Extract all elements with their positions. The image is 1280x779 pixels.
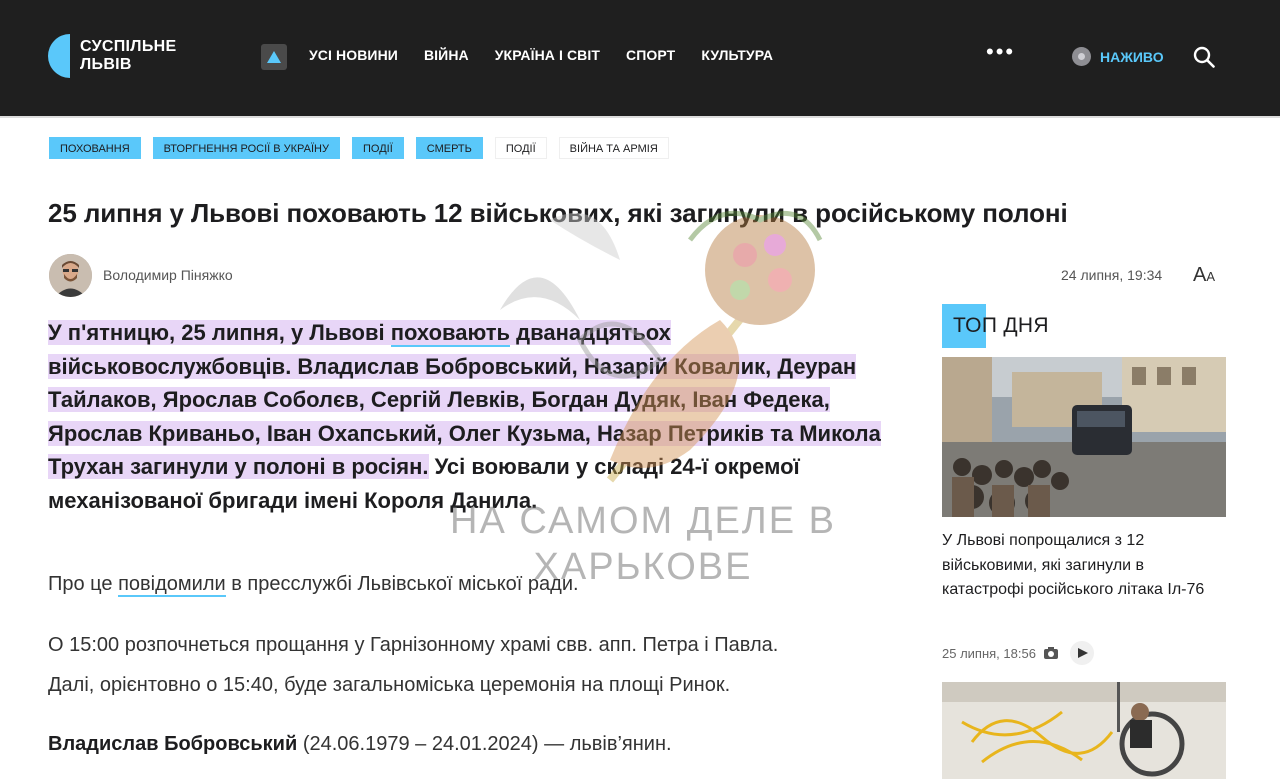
p1-before: Про це	[48, 573, 119, 595]
lead-link-bury[interactable]: поховають	[390, 320, 511, 347]
live-dot-icon	[1072, 47, 1091, 66]
p1-after: в пресслужбі Львівської міської ради.	[225, 573, 579, 595]
logo-mark-icon	[48, 34, 72, 78]
tag-war-army[interactable]: ВІЙНА ТА АРМІЯ	[558, 137, 669, 159]
logo-text: СУСПІЛЬНЕ ЛЬВІВ	[80, 38, 176, 74]
search-icon[interactable]	[1193, 46, 1215, 68]
paragraph-schedule: О 15:00 розпочнеться прощання у Гарнізон…	[48, 628, 908, 702]
triangle-up-icon[interactable]	[261, 44, 287, 70]
nav-all-news[interactable]: УСІ НОВИНИ	[309, 47, 398, 63]
font-size-icon[interactable]: AA	[1193, 264, 1215, 287]
play-icon[interactable]	[1069, 641, 1094, 665]
font-size-big: A	[1193, 264, 1207, 286]
card-title-1[interactable]: У Львові попрощалися з 12 військовими, я…	[942, 529, 1212, 603]
live-label: НАЖИВО	[1100, 48, 1164, 65]
top-of-day-label: ТОП ДНЯ	[953, 314, 1049, 337]
site-header: СУСПІЛЬНЕ ЛЬВІВ УСІ НОВИНИ ВІЙНА УКРАЇНА…	[0, 0, 1280, 118]
author-name[interactable]: Володимир Піняжко	[103, 267, 233, 283]
bio-rest: (24.06.1979 – 24.01.2024) — львів’янин.	[297, 733, 672, 755]
camera-icon	[1043, 647, 1058, 659]
card-image-1[interactable]	[942, 357, 1226, 517]
card-meta-1: 25 липня, 18:56	[942, 641, 1094, 665]
logo-line-2: ЛЬВІВ	[80, 56, 132, 73]
article-lead: У п'ятницю, 25 липня, у Львові поховають…	[48, 316, 918, 517]
source-link[interactable]: повідомили	[118, 573, 226, 597]
nav-war[interactable]: ВІЙНА	[424, 47, 469, 63]
schedule-line-1: О 15:00 розпочнеться прощання у Гарнізон…	[48, 634, 779, 656]
main-nav: УСІ НОВИНИ ВІЙНА УКРАЇНА І СВІТ СПОРТ КУ…	[309, 47, 773, 63]
publish-date: 24 липня, 19:34	[1061, 267, 1163, 283]
tag-events-2[interactable]: ПОДІЇ	[494, 137, 547, 159]
nav-ukraine-world[interactable]: УКРАЇНА І СВІТ	[495, 47, 600, 63]
nav-culture[interactable]: КУЛЬТУРА	[701, 47, 773, 63]
bio-name: Владислав Бобровський	[48, 733, 298, 755]
font-size-small: A	[1206, 269, 1216, 284]
nav-sport[interactable]: СПОРТ	[626, 47, 675, 63]
tag-death[interactable]: СМЕРТЬ	[415, 137, 483, 159]
tag-list: ПОХОВАННЯ ВТОРГНЕННЯ РОСІЇ В УКРАЇНУ ПОД…	[49, 137, 669, 159]
tag-burial[interactable]: ПОХОВАННЯ	[49, 137, 141, 159]
article-title: 25 липня у Львові поховають 12 військови…	[48, 198, 1068, 228]
site-logo[interactable]: СУСПІЛЬНЕ ЛЬВІВ	[48, 34, 176, 78]
top-of-day-heading: ТОП ДНЯ	[942, 304, 1049, 348]
lead-text-1: У п'ятницю, 25 липня, у Львові	[48, 320, 391, 345]
live-button[interactable]: НАЖИВО	[1072, 47, 1164, 66]
logo-line-1: СУСПІЛЬНЕ	[80, 38, 177, 55]
schedule-line-2: Далі, орієнтовно о 15:40, буде загальном…	[48, 674, 731, 696]
paragraph-bio: Владислав Бобровський (24.06.1979 – 24.0…	[48, 727, 908, 761]
card-image-2[interactable]	[942, 682, 1226, 779]
card-date-1: 25 липня, 18:56	[942, 645, 1036, 661]
tag-events[interactable]: ПОДІЇ	[351, 137, 404, 159]
more-menu-icon[interactable]: •••	[986, 41, 1015, 63]
tag-invasion[interactable]: ВТОРГНЕННЯ РОСІЇ В УКРАЇНУ	[152, 137, 340, 159]
paragraph-source: Про це повідомили в пресслужбі Львівсько…	[48, 567, 908, 601]
author-avatar[interactable]	[49, 254, 92, 297]
